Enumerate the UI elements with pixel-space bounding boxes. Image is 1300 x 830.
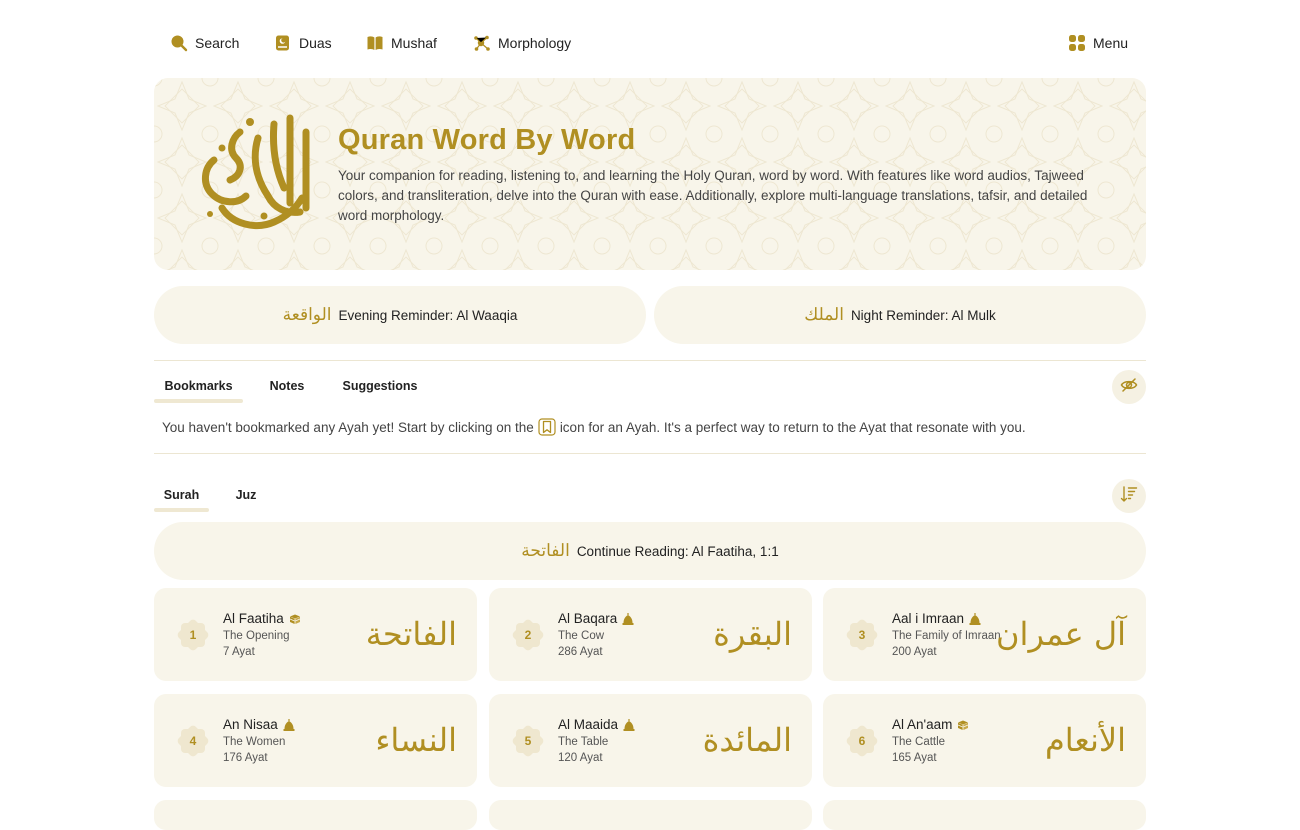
- search-icon: [170, 34, 188, 52]
- surah-ayat-count: 200 Ayat: [892, 646, 937, 658]
- madinah-icon: [622, 718, 636, 732]
- tab-surah[interactable]: Surah: [154, 478, 209, 512]
- tab-bookmarks[interactable]: Bookmarks: [154, 369, 243, 403]
- surah-name-row: Aal i Imraan: [892, 611, 982, 626]
- surah-number: 2: [524, 628, 532, 642]
- surah-card[interactable]: [489, 800, 812, 830]
- evening-reminder-button[interactable]: الواقعة Evening Reminder: Al Waaqia: [154, 286, 646, 344]
- reminder-label: Night Reminder: Al Mulk: [850, 307, 996, 323]
- tab-juz[interactable]: Juz: [228, 478, 264, 512]
- madinah-icon: [621, 612, 635, 626]
- surah-meaning: The Women: [223, 736, 286, 748]
- hero-title: Quran Word By Word: [338, 124, 636, 156]
- menu-label: Menu: [1093, 35, 1129, 51]
- divider: [154, 453, 1146, 454]
- duas-icon: [274, 34, 292, 52]
- nav-morphology[interactable]: Morphology: [473, 33, 571, 53]
- surah-ayat-count: 286 Ayat: [558, 646, 603, 658]
- quran-calligraphy-logo: [192, 108, 324, 240]
- surah-card-3[interactable]: 3 Aal i Imraan The Family of Imraan 200 …: [823, 588, 1146, 681]
- surah-name-row: Al Baqara: [558, 611, 635, 626]
- surah-name-row: Al Maaida: [558, 717, 636, 732]
- surah-card[interactable]: [823, 800, 1146, 830]
- empty-text-start: You haven't bookmarked any Ayah yet! Sta…: [162, 419, 534, 435]
- tab-suggestions[interactable]: Suggestions: [339, 369, 421, 403]
- surah-number: 1: [189, 628, 197, 642]
- surah-name: Al Faatiha: [223, 611, 284, 626]
- surah-ayat-count: 120 Ayat: [558, 752, 603, 764]
- surah-name: An Nisaa: [223, 717, 278, 732]
- surah-card[interactable]: [154, 800, 477, 830]
- hero-banner: Quran Word By Word Your companion for re…: [154, 78, 1146, 270]
- divider: [154, 360, 1146, 361]
- surah-name-row: An Nisaa: [223, 717, 296, 732]
- nav-mushaf-label: Mushaf: [391, 35, 437, 51]
- sort-icon: [1120, 485, 1138, 508]
- surah-card-4[interactable]: 4 An Nisaa The Women 176 Ayat النساء: [154, 694, 477, 787]
- surah-arabic-name: الفاتحة: [365, 615, 457, 653]
- tab-notes[interactable]: Notes: [261, 369, 313, 403]
- book-icon: [366, 34, 384, 52]
- top-nav: Search Duas Mushaf Morphology Menu: [154, 0, 1146, 86]
- surah-card-2[interactable]: 2 Al Baqara The Cow 286 Ayat البقرة: [489, 588, 812, 681]
- surah-number: 5: [524, 734, 532, 748]
- eye-off-icon: [1120, 376, 1138, 399]
- hero-description: Your companion for reading, listening to…: [338, 168, 1088, 223]
- surah-name-row: Al Faatiha: [223, 611, 302, 626]
- surah-number: 6: [858, 734, 866, 748]
- surah-arabic-name: المائدة: [702, 721, 792, 759]
- morphology-icon: [473, 34, 491, 52]
- madinah-icon: [968, 612, 982, 626]
- surah-meaning: The Table: [558, 736, 609, 748]
- bookmark-icon: [538, 418, 556, 436]
- nav-duas[interactable]: Duas: [274, 33, 332, 53]
- night-reminder-button[interactable]: الملك Night Reminder: Al Mulk: [654, 286, 1146, 344]
- surah-ayat-count: 165 Ayat: [892, 752, 937, 764]
- continue-label: Continue Reading: Al Faatiha, 1:1: [576, 543, 779, 559]
- sort-button[interactable]: [1112, 479, 1146, 513]
- surah-arabic-name: النساء: [375, 721, 457, 759]
- surah-meaning: The Cattle: [892, 736, 946, 748]
- bookmarks-empty-message: You haven't bookmarked any Ayah yet! Sta…: [162, 418, 1026, 436]
- reminder-calligraphy: الواقعة: [282, 305, 332, 325]
- surah-ayat-count: 176 Ayat: [223, 752, 268, 764]
- nav-duas-label: Duas: [299, 35, 332, 51]
- page-container: Search Duas Mushaf Morphology Menu Quran…: [154, 0, 1146, 830]
- nav-search-label: Search: [195, 35, 240, 51]
- hide-saved-toggle[interactable]: [1112, 370, 1146, 404]
- surah-name: Al An'aam: [892, 717, 953, 732]
- surah-meaning: The Opening: [223, 630, 290, 642]
- surah-ayat-count: 7 Ayat: [223, 646, 255, 658]
- makkah-icon: [288, 612, 302, 626]
- nav-morphology-label: Morphology: [498, 35, 572, 51]
- surah-arabic-name: البقرة: [713, 615, 792, 653]
- madinah-icon: [282, 718, 296, 732]
- continue-calligraphy: الفاتحة: [521, 541, 570, 561]
- continue-reading-button[interactable]: الفاتحة Continue Reading: Al Faatiha, 1:…: [154, 522, 1146, 580]
- makkah-icon: [956, 718, 970, 732]
- grid-icon: [1068, 34, 1086, 52]
- menu-button[interactable]: Menu: [1068, 33, 1128, 53]
- surah-card-1[interactable]: 1 Al Faatiha The Opening 7 Ayat الفاتحة: [154, 588, 477, 681]
- surah-card-5[interactable]: 5 Al Maaida The Table 120 Ayat المائدة: [489, 694, 812, 787]
- surah-meaning: The Cow: [558, 630, 605, 642]
- reminder-label: Evening Reminder: Al Waaqia: [338, 307, 518, 323]
- surah-arabic-name: آل عمران: [996, 615, 1126, 653]
- surah-name: Al Maaida: [558, 717, 619, 732]
- nav-mushaf[interactable]: Mushaf: [366, 33, 437, 53]
- surah-number: 3: [858, 628, 866, 642]
- surah-name: Aal i Imraan: [892, 611, 965, 626]
- surah-arabic-name: الأنعام: [1044, 721, 1126, 759]
- nav-search[interactable]: Search: [170, 33, 239, 53]
- reminder-calligraphy: الملك: [804, 305, 844, 325]
- empty-text-end: icon for an Ayah. It's a perfect way to …: [559, 419, 1026, 435]
- surah-meaning: The Family of Imraan: [892, 630, 1001, 642]
- surah-card-6[interactable]: 6 Al An'aam The Cattle 165 Ayat الأنعام: [823, 694, 1146, 787]
- surah-number: 4: [189, 734, 197, 748]
- surah-name: Al Baqara: [558, 611, 618, 626]
- surah-name-row: Al An'aam: [892, 717, 970, 732]
